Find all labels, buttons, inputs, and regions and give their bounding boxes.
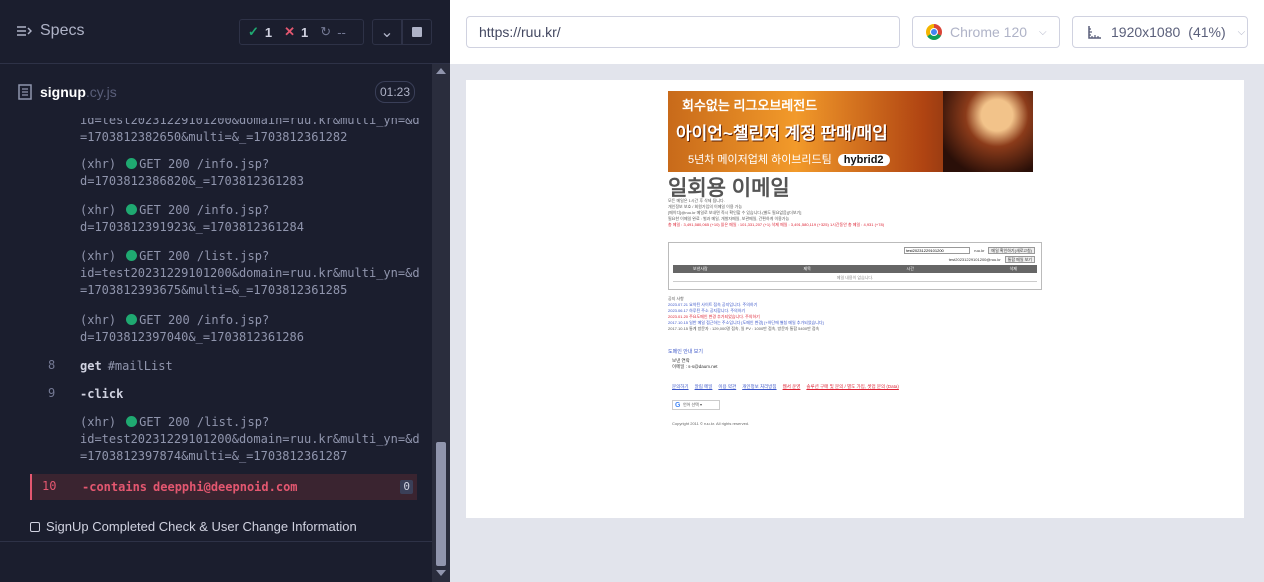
stats-bar: ✓ 1 ✕ 1 ↻ --	[239, 19, 364, 45]
command-row[interactable]: 8 get #mailList	[30, 358, 417, 378]
aut-panel: https://ruu.kr/ Chrome 120 ⌵ 1920x1080 (…	[450, 0, 1264, 582]
toggle-auto-scroll-button[interactable]: ⌄	[372, 19, 402, 45]
banner-image	[943, 91, 1033, 172]
command-row[interactable]: (xhr) GET 200 /info.jsp? d=1703812386820&…	[30, 156, 417, 196]
google-translate-select[interactable]: G 언어 선택 ▾	[672, 400, 720, 410]
spinner-icon: ↻	[320, 24, 332, 39]
command-row[interactable]: (xhr) GET 200 /list.jsp? id=test202312291…	[30, 248, 420, 306]
url-bar[interactable]: https://ruu.kr/	[466, 16, 900, 48]
divider	[0, 541, 432, 542]
passed-count: ✓ 1	[248, 24, 273, 40]
browser-selector[interactable]: Chrome 120 ⌵	[912, 16, 1060, 48]
notice-list: 공지 사항 2023.07.21 요약된 사이트 접속 공지입니다. 주의하기 …	[668, 296, 1048, 332]
google-icon: G	[675, 402, 681, 409]
viewport-info[interactable]: 1920x1080 (41%) ⌵	[1072, 16, 1248, 48]
status-dot-icon	[126, 314, 138, 325]
all-mail-button[interactable]: 통합 메일 보기	[1004, 256, 1035, 263]
command-log: id=test20231229101200&domain=ruu.kr&mult…	[0, 118, 432, 508]
kakao-badge: hybrid2	[837, 154, 890, 166]
mail-table-header: 보낸사람 제목 시간 삭제	[673, 265, 1037, 273]
menu-icon	[17, 26, 32, 36]
scroll-up-icon[interactable]	[436, 68, 446, 74]
x-icon: ✕	[284, 24, 296, 39]
copyright: Copyright 2011 © ruu.kr. All rights rese…	[672, 421, 750, 426]
status-dot-icon	[126, 416, 138, 427]
footer-link[interactable]: 솔루션 구매 및 문의 / 별도 가입, 셋업 문의 (Data)	[806, 384, 899, 390]
aut-header: https://ruu.kr/ Chrome 120 ⌵ 1920x1080 (…	[450, 0, 1264, 64]
command-row[interactable]: (xhr) GET 200 /info.jsp? d=1703812397040&…	[30, 312, 417, 352]
chevron-down-icon: ⌵	[1237, 26, 1246, 38]
command-log-scrollbar[interactable]	[432, 64, 450, 582]
specs-header: Specs ✓ 1 ✕ 1 ↻ -- ⌄	[0, 0, 450, 64]
reporter-panel: Specs ✓ 1 ✕ 1 ↻ -- ⌄ signup.cy.js 01:23 id=…	[0, 0, 450, 582]
specs-toggle[interactable]: Specs	[16, 22, 84, 40]
domain-info-link[interactable]: 도메인 안내 보기	[668, 348, 703, 355]
file-icon	[18, 84, 32, 100]
footer-link[interactable]: 이용 약관	[718, 384, 736, 390]
ruler-icon	[1088, 26, 1101, 39]
scroll-thumb[interactable]	[436, 442, 446, 566]
chrome-icon	[926, 24, 942, 40]
status-dot-icon	[126, 250, 138, 261]
mail-list-panel: ruu.kr 메일 확인하기(새로고침) test20231229101200@…	[668, 242, 1042, 290]
spec-duration: 01:23	[375, 81, 415, 103]
command-row[interactable]: (xhr) GET 200 /list.jsp? id=test202312291…	[30, 414, 420, 472]
contact-block: 보낸 연락 이메일 : s-s@daum.net	[672, 358, 718, 369]
spec-file-name: signup.cy.js	[40, 84, 117, 100]
scroll-down-icon[interactable]	[436, 570, 446, 576]
check-icon: ✓	[248, 24, 259, 39]
pending-count: ↻ --	[320, 24, 346, 40]
failed-count: ✕ 1	[284, 24, 309, 40]
site-info: 모든 메일은 1시간 후 삭제 됩니다. 개인정보 보호 / 회원가입의 이메일…	[668, 198, 885, 227]
command-row[interactable]: id=test20231229101200&domain=ruu.kr&mult…	[30, 118, 420, 146]
suite-label: SignUp Completed Check & User Change Inf…	[46, 519, 357, 534]
app-iframe: 회수없는 리그오브레전드 아이언~챌린저 계정 판매/매입 5년차 메이저업체 …	[466, 80, 1244, 518]
status-dot-icon	[126, 204, 138, 215]
domain-select[interactable]: ruu.kr	[974, 248, 984, 253]
spec-file-header[interactable]: signup.cy.js 01:23	[0, 64, 432, 118]
suite-status-icon	[30, 521, 40, 532]
ad-banner[interactable]: 회수없는 리그오브레전드 아이언~챌린저 계정 판매/매입 5년차 메이저업체 …	[668, 91, 1033, 172]
chevron-down-icon: ⌵	[1039, 26, 1047, 38]
stop-icon	[412, 27, 422, 37]
refresh-mail-button[interactable]: 메일 확인하기(새로고침)	[988, 247, 1035, 254]
mail-empty-message: 메일 내용이 없습니다.	[673, 275, 1037, 282]
suite-row[interactable]: SignUp Completed Check & User Change Inf…	[30, 519, 357, 534]
element-count-badge: 0	[400, 480, 413, 494]
chevron-down-icon: ⌄	[380, 24, 394, 41]
command-row[interactable]: 9 -click	[30, 386, 417, 406]
mailbox-input[interactable]	[904, 247, 971, 254]
footer-links: 문의하기 알림 메일 이용 약관 개인정보 처리방침 웹서 운영 솔루션 구매 …	[672, 384, 899, 390]
failed-command-row[interactable]: 10 -contains deepphi@deepnoid.com 0	[30, 474, 417, 500]
footer-link[interactable]: 웹서 운영	[783, 384, 801, 390]
footer-link[interactable]: 문의하기	[672, 384, 689, 390]
command-row[interactable]: (xhr) GET 200 /info.jsp? d=1703812391923&…	[30, 202, 417, 242]
footer-link[interactable]: 개인정보 처리방침	[742, 384, 776, 390]
stop-button[interactable]	[402, 19, 432, 45]
specs-title: Specs	[40, 22, 85, 39]
status-dot-icon	[126, 158, 138, 169]
footer-link[interactable]: 알림 메일	[695, 384, 713, 390]
